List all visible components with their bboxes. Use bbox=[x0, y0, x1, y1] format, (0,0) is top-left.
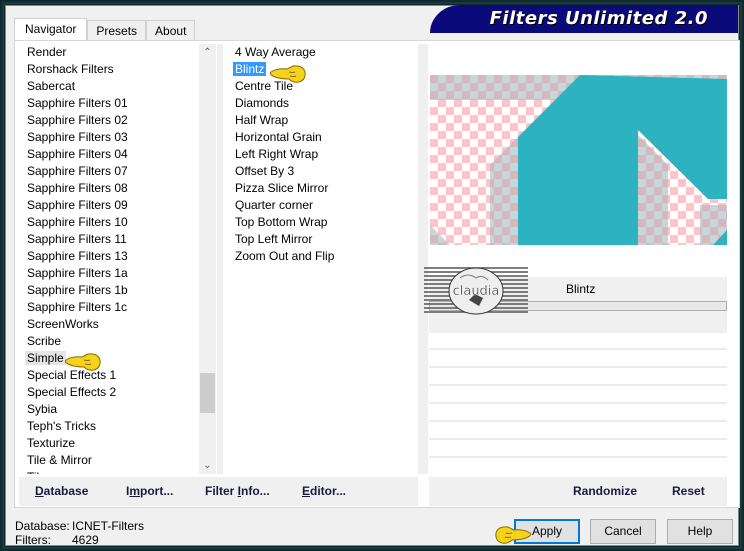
category-item[interactable]: Rorshack Filters bbox=[20, 61, 200, 78]
randomize-button[interactable]: Randomize bbox=[573, 484, 637, 498]
filter-item[interactable]: Quarter corner bbox=[228, 197, 418, 214]
help-button[interactable]: Help bbox=[667, 519, 733, 544]
logo-text: claudia bbox=[453, 284, 500, 299]
app-title: Filters Unlimited 2.0 bbox=[489, 8, 708, 29]
filter-item[interactable]: Zoom Out and Flip bbox=[228, 248, 418, 265]
category-item[interactable]: Sapphire Filters 1c bbox=[20, 299, 200, 316]
filter-info-button[interactable]: Filter Info... bbox=[205, 484, 270, 498]
category-item[interactable]: Special Effects 1 bbox=[20, 367, 200, 384]
filter-item[interactable]: Blintz bbox=[228, 61, 418, 78]
filter-item[interactable]: Top Left Mirror bbox=[228, 231, 418, 248]
control-separator bbox=[429, 348, 727, 350]
navigator-button-bar: Database Import... Filter Info... Editor… bbox=[19, 477, 418, 506]
category-item[interactable]: Tile & Mirror bbox=[20, 452, 200, 469]
database-name: ICNET-Filters bbox=[72, 519, 144, 533]
filter-item[interactable]: Offset By 3 bbox=[228, 163, 418, 180]
category-item[interactable]: Sapphire Filters 1a bbox=[20, 265, 200, 282]
filter-item[interactable]: Left Right Wrap bbox=[228, 146, 418, 163]
category-item[interactable]: Sapphire Filters 11 bbox=[20, 231, 200, 248]
category-list[interactable]: Render Rorshack Filters Sabercat Sapphire F… bbox=[20, 44, 200, 474]
category-item[interactable]: Sapphire Filters 01 bbox=[20, 95, 200, 112]
claudia-logo: claudia bbox=[424, 266, 528, 316]
cancel-button[interactable]: Cancel bbox=[590, 519, 656, 544]
list-splitter-right bbox=[418, 44, 428, 474]
pointing-hand-icon bbox=[495, 526, 532, 544]
filter-item[interactable]: Horizontal Grain bbox=[228, 129, 418, 146]
selected-filter-name: Blintz bbox=[566, 282, 596, 296]
scroll-up-icon[interactable]: ⌃ bbox=[199, 44, 216, 61]
category-item[interactable]: Sapphire Filters 13 bbox=[20, 248, 200, 265]
filter-list[interactable]: 4 Way Average Blintz Centre Tile Diamonds Ha… bbox=[228, 44, 418, 474]
scroll-down-icon[interactable]: ⌄ bbox=[199, 457, 216, 474]
category-item[interactable]: Sapphire Filters 04 bbox=[20, 146, 200, 163]
category-item[interactable]: Sapphire Filters 07 bbox=[20, 163, 200, 180]
filter-item[interactable]: Diamonds bbox=[228, 95, 418, 112]
controls-button-bar: Randomize Reset bbox=[429, 477, 727, 506]
filter-preview bbox=[430, 75, 727, 245]
control-separator bbox=[429, 366, 727, 368]
import-button[interactable]: Import... bbox=[126, 484, 173, 498]
category-item[interactable]: Sabercat bbox=[20, 78, 200, 95]
database-button[interactable]: Database bbox=[35, 484, 88, 498]
control-separator bbox=[429, 456, 727, 458]
reset-button[interactable]: Reset bbox=[672, 484, 705, 498]
list-splitter bbox=[217, 44, 223, 474]
category-scrollbar[interactable]: ⌃ ⌄ bbox=[199, 44, 216, 474]
control-separator bbox=[429, 438, 727, 440]
category-item[interactable]: Scribe bbox=[20, 333, 200, 350]
filter-count: 4629 bbox=[72, 533, 99, 547]
control-separator bbox=[429, 384, 727, 386]
category-item[interactable]: Sapphire Filters 1b bbox=[20, 282, 200, 299]
category-item[interactable]: Special Effects 2 bbox=[20, 384, 200, 401]
category-item[interactable]: Simple bbox=[20, 350, 200, 367]
category-item[interactable]: Sapphire Filters 10 bbox=[20, 214, 200, 231]
tab-about[interactable]: About bbox=[146, 20, 196, 41]
tab-presets[interactable]: Presets bbox=[87, 20, 147, 41]
category-item[interactable]: Sapphire Filters 02 bbox=[20, 112, 200, 129]
category-item[interactable]: Render bbox=[20, 44, 200, 61]
control-separator bbox=[429, 420, 727, 422]
pointing-hand-icon bbox=[64, 353, 101, 371]
filter-item[interactable]: Centre Tile bbox=[228, 78, 418, 95]
scrollbar-thumb[interactable] bbox=[200, 373, 215, 413]
filter-item[interactable]: Top Bottom Wrap bbox=[228, 214, 418, 231]
control-separator bbox=[429, 402, 727, 404]
category-item[interactable]: Sapphire Filters 09 bbox=[20, 197, 200, 214]
preview-image bbox=[430, 75, 727, 245]
category-item[interactable]: Teph's Tricks bbox=[20, 418, 200, 435]
editor-button[interactable]: Editor... bbox=[302, 484, 346, 498]
tab-navigator[interactable]: Navigator bbox=[14, 18, 88, 41]
category-item[interactable]: Sybia bbox=[20, 401, 200, 418]
status-filters: Filters: 4629 bbox=[15, 533, 99, 547]
category-item[interactable]: ScreenWorks bbox=[20, 316, 200, 333]
title-banner: Filters Unlimited 2.0 bbox=[430, 5, 738, 33]
filter-item[interactable]: Half Wrap bbox=[228, 112, 418, 129]
category-item[interactable]: Sapphire Filters 08 bbox=[20, 180, 200, 197]
pointing-hand-icon bbox=[269, 65, 306, 83]
category-item[interactable]: Texturize bbox=[20, 435, 200, 452]
category-item[interactable]: Sapphire Filters 03 bbox=[20, 129, 200, 146]
filter-item[interactable]: 4 Way Average bbox=[228, 44, 418, 61]
filter-item[interactable]: Pizza Slice Mirror bbox=[228, 180, 418, 197]
category-item[interactable]: Tile... bbox=[20, 469, 200, 474]
tab-bar: Navigator Presets About bbox=[14, 18, 196, 41]
status-database: Database: ICNET-Filters bbox=[15, 519, 144, 533]
